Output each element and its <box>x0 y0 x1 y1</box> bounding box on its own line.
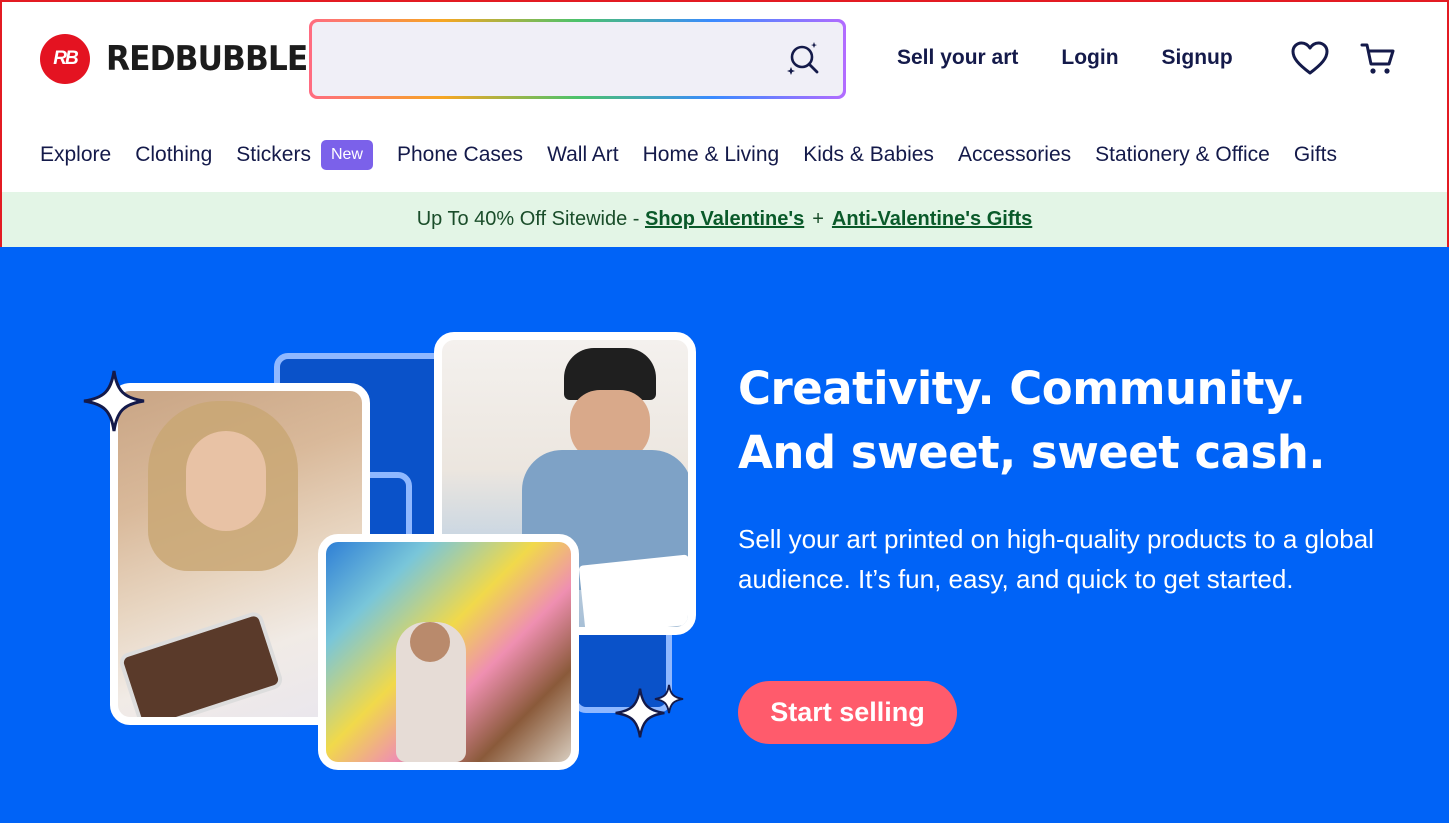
category-gifts[interactable]: Gifts <box>1294 140 1337 170</box>
signup-link[interactable]: Signup <box>1162 44 1233 72</box>
category-explore[interactable]: Explore <box>40 140 111 170</box>
photo-paper-shape <box>578 554 688 627</box>
category-home-living[interactable]: Home & Living <box>643 140 780 170</box>
hero-headline: Creativity. Community. And sweet, sweet … <box>738 357 1325 485</box>
sell-your-art-link[interactable]: Sell your art <box>897 44 1018 72</box>
sparkle-icon-bottom-small <box>654 684 684 714</box>
hero-subtext: Sell your art printed on high-quality pr… <box>738 524 1374 594</box>
shop-valentines-link[interactable]: Shop Valentine's <box>645 208 804 231</box>
logo-text: REDBUBBLE <box>106 39 308 79</box>
artist-photo-mural <box>318 534 579 770</box>
category-accessories[interactable]: Accessories <box>958 140 1071 170</box>
photo-face-shape <box>186 431 266 531</box>
category-nav: Explore Clothing Stickers New Phone Cases… <box>40 140 1337 170</box>
redbubble-logo[interactable]: RB REDBUBBLE <box>40 34 325 84</box>
search-inner <box>312 22 843 96</box>
promo-separator: + <box>812 208 824 230</box>
login-link[interactable]: Login <box>1061 44 1118 72</box>
hero-headline-line1: Creativity. Community. <box>738 362 1306 415</box>
sparkle-search-icon[interactable] <box>783 39 823 79</box>
account-nav: Sell your art Login Signup <box>897 44 1276 72</box>
promo-text: Up To 40% Off Sitewide - <box>416 208 645 230</box>
logo-mark: RB <box>40 34 90 84</box>
photo-person-head-shape <box>410 622 450 662</box>
category-wall-art[interactable]: Wall Art <box>547 140 619 170</box>
category-kids-babies[interactable]: Kids & Babies <box>803 140 934 170</box>
category-stickers-label: Stickers <box>236 143 311 166</box>
hero-section: Creativity. Community. And sweet, sweet … <box>0 247 1449 823</box>
new-badge: New <box>320 140 373 170</box>
category-stationery-office[interactable]: Stationery & Office <box>1095 140 1270 170</box>
anti-valentines-link[interactable]: Anti-Valentine's Gifts <box>832 208 1032 231</box>
promo-banner: Up To 40% Off Sitewide - Shop Valentine'… <box>2 192 1447 247</box>
search-bar <box>309 19 846 99</box>
category-clothing[interactable]: Clothing <box>135 140 212 170</box>
search-input[interactable] <box>312 22 843 96</box>
hero-headline-line2: And sweet, sweet cash. <box>738 426 1325 479</box>
photo-tablet-shape <box>118 609 285 717</box>
sparkle-icon-left <box>83 370 145 432</box>
start-selling-button[interactable]: Start selling <box>738 681 957 744</box>
heart-icon[interactable] <box>1290 40 1330 76</box>
cart-icon[interactable] <box>1358 40 1398 76</box>
category-stickers[interactable]: Stickers New <box>236 140 373 170</box>
category-phone-cases[interactable]: Phone Cases <box>397 140 523 170</box>
